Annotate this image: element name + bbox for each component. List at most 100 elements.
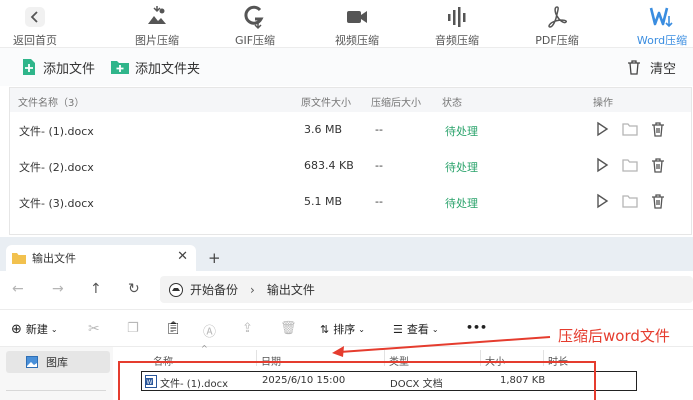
tab-video-compress[interactable]: 视频压缩 [328, 0, 386, 48]
folder-icon[interactable] [621, 120, 639, 138]
col-original-size: 原文件大小 [301, 98, 351, 109]
word-doc-icon: W [145, 375, 157, 388]
play-icon[interactable] [593, 156, 611, 174]
annotation-arrow [332, 336, 551, 357]
gallery-icon [26, 356, 38, 368]
play-icon[interactable] [593, 192, 611, 210]
tab-word-compress-label: Word压缩 [636, 34, 688, 47]
sort-caret-icon: ^ [201, 344, 208, 353]
svg-text:W: W [147, 380, 153, 386]
annotation-label: 压缩后word文件 [558, 327, 670, 345]
status-badge: 待处理 [445, 161, 478, 174]
tab-pdf-compress[interactable]: PDF压缩 [528, 0, 586, 48]
word-compress-icon [649, 7, 673, 28]
tab-pdf-compress-label: PDF压缩 [535, 34, 579, 47]
col-name[interactable]: 名称 [153, 353, 173, 368]
file-row: 文件- (1).docx 3.6 MB -- 待处理 [10, 112, 691, 148]
file-list-row[interactable]: W 文件- (1).docx 2025/6/10 15:00 DOCX 文档 1… [141, 371, 637, 391]
tab-video-compress-label: 视频压缩 [335, 34, 379, 47]
column-divider[interactable] [256, 350, 257, 366]
back-arrow-icon [25, 7, 45, 27]
add-folder-label: 添加文件夹 [135, 61, 201, 77]
delete-icon[interactable]: 🗑︎ [280, 321, 297, 336]
compressor-toolbar: 返回首页 图片压缩 GIF压缩 视频压缩 音频压缩 PDF压缩 Word压缩 [0, 0, 693, 48]
plus-circle-icon: ⊕ [11, 321, 22, 337]
refresh-icon[interactable]: ↻ [128, 281, 140, 297]
original-size: 3.6 MB [304, 123, 343, 136]
folder-icon [12, 253, 26, 264]
up-arrow-icon[interactable]: ↑ [90, 281, 102, 297]
address-bar[interactable]: 开始备份 › 输出文件 [160, 276, 693, 303]
file-name: 文件- (1).docx [19, 125, 94, 138]
compressed-size: -- [375, 195, 383, 208]
file-table: 文件名称（3） 原文件大小 压缩后大小 状态 操作 文件- (1).docx 3… [9, 87, 692, 235]
breadcrumb-root[interactable]: 开始备份 [190, 281, 238, 298]
delete-icon[interactable] [649, 192, 667, 210]
rename-icon[interactable]: Ⓐ [203, 321, 216, 340]
file-row: 文件- (2).docx 683.4 KB -- 待处理 [10, 148, 691, 184]
forward-arrow-icon[interactable]: → [52, 281, 64, 297]
list-file-size: 1,807 KB [500, 375, 546, 386]
cut-icon[interactable]: ✂ [88, 321, 100, 337]
tab-title: 输出文件 [32, 252, 76, 265]
paste-icon[interactable]: 📋︎ [165, 321, 182, 336]
tab-image-compress[interactable]: 图片压缩 [128, 0, 186, 48]
image-compress-icon [148, 6, 166, 24]
pdf-compress-icon [548, 6, 568, 28]
col-compressed-size: 压缩后大小 [371, 98, 421, 109]
status-badge: 待处理 [445, 197, 478, 210]
row-ops [593, 120, 667, 138]
new-button[interactable]: ⊕ 新建 ⌄ [11, 321, 58, 337]
clear-button[interactable]: 清空 [626, 57, 676, 77]
folder-icon[interactable] [621, 156, 639, 174]
explorer-tab-strip: 输出文件 ✕ + [0, 237, 693, 271]
nav-item-gallery[interactable]: 图库 [6, 351, 110, 373]
back-arrow-icon[interactable]: ← [12, 281, 24, 297]
tab-gif-compress-label: GIF压缩 [234, 34, 276, 47]
col-file-name: 文件名称（3） [18, 98, 85, 109]
file-explorer-window: 输出文件 ✕ + ← → ↑ ↻ 开始备份 › 输出文件 ⊕ 新建 ⌄ ✂ ❐ … [0, 237, 693, 400]
row-ops [593, 192, 667, 210]
new-tab-button[interactable]: + [208, 249, 221, 267]
file-name: 文件- (3).docx [19, 197, 94, 210]
back-home-button[interactable]: 返回首页 [6, 0, 64, 48]
breadcrumb-current[interactable]: 输出文件 [267, 281, 315, 298]
status-badge: 待处理 [445, 125, 478, 138]
close-icon[interactable]: ✕ [177, 249, 188, 264]
clear-label: 清空 [650, 61, 677, 77]
original-size: 683.4 KB [304, 159, 354, 172]
back-home-label: 返回首页 [13, 34, 57, 47]
tab-word-compress[interactable]: Word压缩 [633, 0, 691, 48]
cloud-drive-icon [169, 282, 183, 297]
chevron-right-icon: › [250, 282, 255, 297]
share-icon[interactable]: ⇪ [242, 321, 253, 336]
list-file-date: 2025/6/10 15:00 [262, 375, 346, 386]
copy-icon[interactable]: ❐ [127, 321, 139, 336]
action-bar: 添加文件 添加文件夹 清空 [0, 48, 693, 86]
folder-icon[interactable] [621, 192, 639, 210]
list-file-name: 文件- (1).docx [160, 379, 229, 390]
list-file-type: DOCX 文档 [390, 379, 443, 390]
tab-audio-compress[interactable]: 音频压缩 [428, 0, 486, 48]
explorer-tab[interactable]: 输出文件 ✕ [6, 245, 196, 271]
file-table-header: 文件名称（3） 原文件大小 压缩后大小 状态 操作 [10, 88, 691, 112]
add-folder-button[interactable]: 添加文件夹 [110, 57, 200, 77]
tab-gif-compress[interactable]: GIF压缩 [226, 0, 284, 48]
chevron-down-icon: ⌄ [50, 324, 58, 334]
sort-icon: ⇅ [320, 322, 330, 336]
add-file-button[interactable]: 添加文件 [20, 57, 95, 77]
nav-divider [6, 390, 106, 391]
col-ops: 操作 [593, 98, 613, 109]
compressed-size: -- [375, 159, 383, 172]
play-icon[interactable] [593, 120, 611, 138]
add-file-label: 添加文件 [43, 61, 96, 77]
col-date[interactable]: 日期 [261, 353, 281, 368]
explorer-nav-pane: 图库 [0, 347, 113, 400]
add-folder-icon [111, 61, 129, 74]
delete-icon[interactable] [649, 120, 667, 138]
col-status: 状态 [442, 98, 462, 109]
original-size: 5.1 MB [304, 195, 343, 208]
tab-audio-compress-label: 音频压缩 [435, 34, 479, 47]
delete-icon[interactable] [649, 156, 667, 174]
video-compress-icon [347, 11, 367, 23]
